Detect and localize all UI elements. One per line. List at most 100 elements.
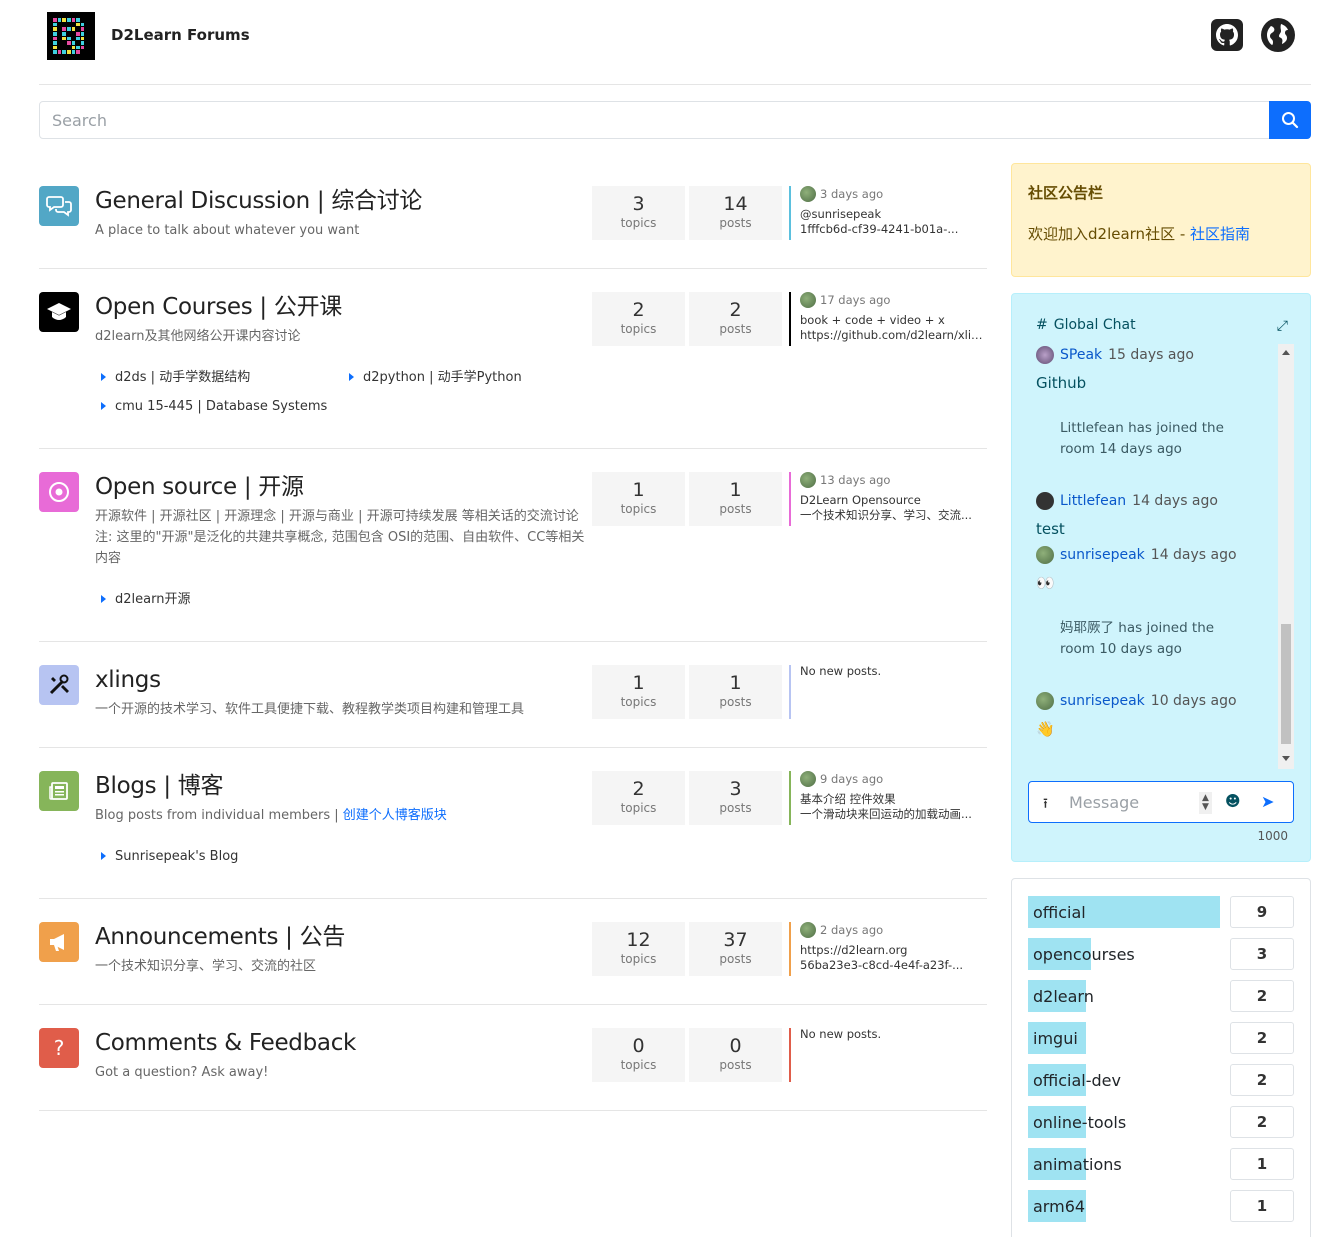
avatar[interactable] <box>800 186 816 202</box>
logo-pixel <box>53 45 57 50</box>
category-title[interactable]: Open source | 开源 <box>95 472 595 502</box>
scroll-down-arrow[interactable] <box>1282 756 1290 761</box>
expand-icon[interactable]: ⤢ <box>1277 318 1288 334</box>
tag-row[interactable]: official-dev 2 <box>1028 1064 1294 1106</box>
tag-bar[interactable]: imgui <box>1028 1022 1220 1054</box>
category-title[interactable]: Announcements | 公告 <box>95 922 595 952</box>
latest-post[interactable]: 3 days ago @sunrisepeak 1fffcb6d-cf39-4241… <box>789 186 989 240</box>
chat-messages[interactable]: SPeak 15 days ago Github Littlefean has joi… <box>1036 344 1276 764</box>
logo-pixel <box>66 41 71 45</box>
tools-icon[interactable] <box>39 665 79 705</box>
tag-name[interactable]: online-tools <box>1033 1113 1126 1132</box>
category-description-text: 开源软件 | 开源社区 | 开源理念 | 开源与商业 | 开源可持续发展 等相关… <box>95 509 579 524</box>
message-time: 15 days ago <box>1108 347 1194 363</box>
subcategory-link[interactable]: cmu 15-445 | Database Systems <box>95 392 343 421</box>
subcategory-link[interactable]: Sunrisepeak's Blog <box>95 842 343 871</box>
avatar[interactable] <box>800 472 816 488</box>
resize-stepper[interactable]: ▲ ▼ <box>1199 792 1212 814</box>
latest-post-line: 一个滑动块来回运动的加载动画... <box>800 807 972 821</box>
tag-row[interactable]: official 9 <box>1028 896 1294 938</box>
category-title[interactable]: Blogs | 博客 <box>95 771 595 801</box>
question-icon[interactable]: ? <box>39 1028 79 1068</box>
newspaper-icon[interactable] <box>39 771 79 811</box>
chat-scrollbar[interactable] <box>1278 344 1294 769</box>
avatar[interactable] <box>800 771 816 787</box>
send-icon[interactable]: ➤ <box>1261 792 1274 811</box>
scroll-up-arrow[interactable] <box>1282 350 1290 355</box>
tag-name[interactable]: d2learn <box>1033 987 1094 1006</box>
tag-name[interactable]: animations <box>1033 1155 1122 1174</box>
latest-post-ago[interactable]: 3 days ago <box>820 187 883 202</box>
latest-post[interactable]: No new posts. <box>789 1027 989 1082</box>
tag-row[interactable]: opencourses 3 <box>1028 938 1294 980</box>
latest-post-ago[interactable]: 13 days ago <box>820 473 890 488</box>
tag-name[interactable]: imgui <box>1033 1029 1078 1048</box>
latest-post[interactable]: 2 days ago https://d2learn.org 56ba23e3-c8… <box>789 922 989 976</box>
latest-post-ago[interactable]: 9 days ago <box>820 772 883 787</box>
avatar[interactable] <box>1036 346 1054 364</box>
github-icon[interactable] <box>1211 19 1243 51</box>
chat-bubbles-icon[interactable] <box>39 186 79 226</box>
tag-bar[interactable]: opencourses <box>1028 938 1220 970</box>
community-guide-link[interactable]: 社区指南 <box>1190 225 1250 243</box>
avatar[interactable] <box>1036 492 1054 510</box>
tag-bar[interactable]: animations <box>1028 1148 1220 1180</box>
latest-post[interactable]: 17 days ago book + code + video + x https:… <box>789 292 989 346</box>
category-title[interactable]: Open Courses | 公开课 <box>95 292 595 322</box>
upload-icon[interactable]: ⭱ <box>1043 793 1048 817</box>
avatar[interactable] <box>800 922 816 938</box>
tag-bar[interactable]: official <box>1028 896 1220 928</box>
tag-name[interactable]: official-dev <box>1033 1071 1121 1090</box>
avatar[interactable] <box>1036 546 1054 564</box>
latest-post[interactable]: 13 days ago D2Learn Opensource 一个技术知识分享、学习… <box>789 472 989 526</box>
subcategory-link[interactable]: d2python | 动手学Python <box>343 363 591 392</box>
latest-post-time: 2 days ago <box>800 922 989 938</box>
message-user[interactable]: Littlefean <box>1060 493 1126 509</box>
avatar[interactable] <box>1036 692 1054 710</box>
tag-name[interactable]: opencourses <box>1033 945 1135 964</box>
message-user[interactable]: SPeak <box>1060 347 1102 363</box>
scroll-thumb[interactable] <box>1281 624 1291 744</box>
tag-row[interactable]: animations 1 <box>1028 1148 1294 1190</box>
tag-count: 2 <box>1230 1064 1294 1096</box>
tag-bar[interactable]: d2learn <box>1028 980 1220 1012</box>
message-user[interactable]: sunrisepeak <box>1060 693 1145 709</box>
globe-icon[interactable] <box>1261 18 1295 52</box>
message-input[interactable] <box>1069 790 1189 814</box>
latest-post[interactable]: 9 days ago 基本介绍 控件效果 一个滑动块来回运动的加载动画... <box>789 771 989 825</box>
category-title[interactable]: General Discussion | 综合讨论 <box>95 186 595 216</box>
d2learn-logo[interactable] <box>47 12 95 60</box>
tag-count: 2 <box>1230 1022 1294 1054</box>
message-user[interactable]: sunrisepeak <box>1060 547 1145 563</box>
latest-post-ago[interactable]: 17 days ago <box>820 293 890 308</box>
emoji-icon[interactable]: ☻ <box>1225 792 1241 810</box>
subcategory-link[interactable]: d2ds | 动手学数据结构 <box>95 363 343 392</box>
tag-row[interactable]: online-tools 2 <box>1028 1106 1294 1148</box>
tag-name[interactable]: arm64 <box>1033 1197 1085 1216</box>
tag-bar[interactable]: arm64 <box>1028 1190 1220 1222</box>
category-description-text: d2learn及其他网络公开课内容讨论 <box>95 329 301 344</box>
latest-post-ago[interactable]: 2 days ago <box>820 923 883 938</box>
graduation-cap-icon[interactable] <box>39 292 79 332</box>
open-source-icon[interactable] <box>39 472 79 512</box>
search-input[interactable] <box>39 101 1270 139</box>
create-blog-link[interactable]: 创建个人博客版块 <box>343 808 447 823</box>
category-description-text: Got a question? Ask away! <box>95 1065 269 1080</box>
tag-row[interactable]: d2learn 2 <box>1028 980 1294 1022</box>
tag-row[interactable]: arm64 1 <box>1028 1190 1294 1232</box>
tag-name[interactable]: official <box>1033 903 1086 922</box>
latest-post[interactable]: No new posts. <box>789 664 989 719</box>
posts-count: 2 posts <box>689 292 782 346</box>
megaphone-icon[interactable] <box>39 922 79 962</box>
logo-pixel <box>66 36 71 41</box>
subcategory-link[interactable]: d2learn开源 <box>95 585 343 614</box>
category-title[interactable]: xlings <box>95 665 595 695</box>
tag-bar[interactable]: official-dev <box>1028 1064 1220 1096</box>
logo-pixel <box>67 32 71 36</box>
site-brand[interactable]: D2Learn Forums <box>111 26 250 44</box>
avatar[interactable] <box>800 292 816 308</box>
category-title[interactable]: Comments & Feedback <box>95 1028 595 1058</box>
tag-bar[interactable]: online-tools <box>1028 1106 1220 1138</box>
search-button[interactable] <box>1269 101 1311 139</box>
tag-row[interactable]: imgui 2 <box>1028 1022 1294 1064</box>
